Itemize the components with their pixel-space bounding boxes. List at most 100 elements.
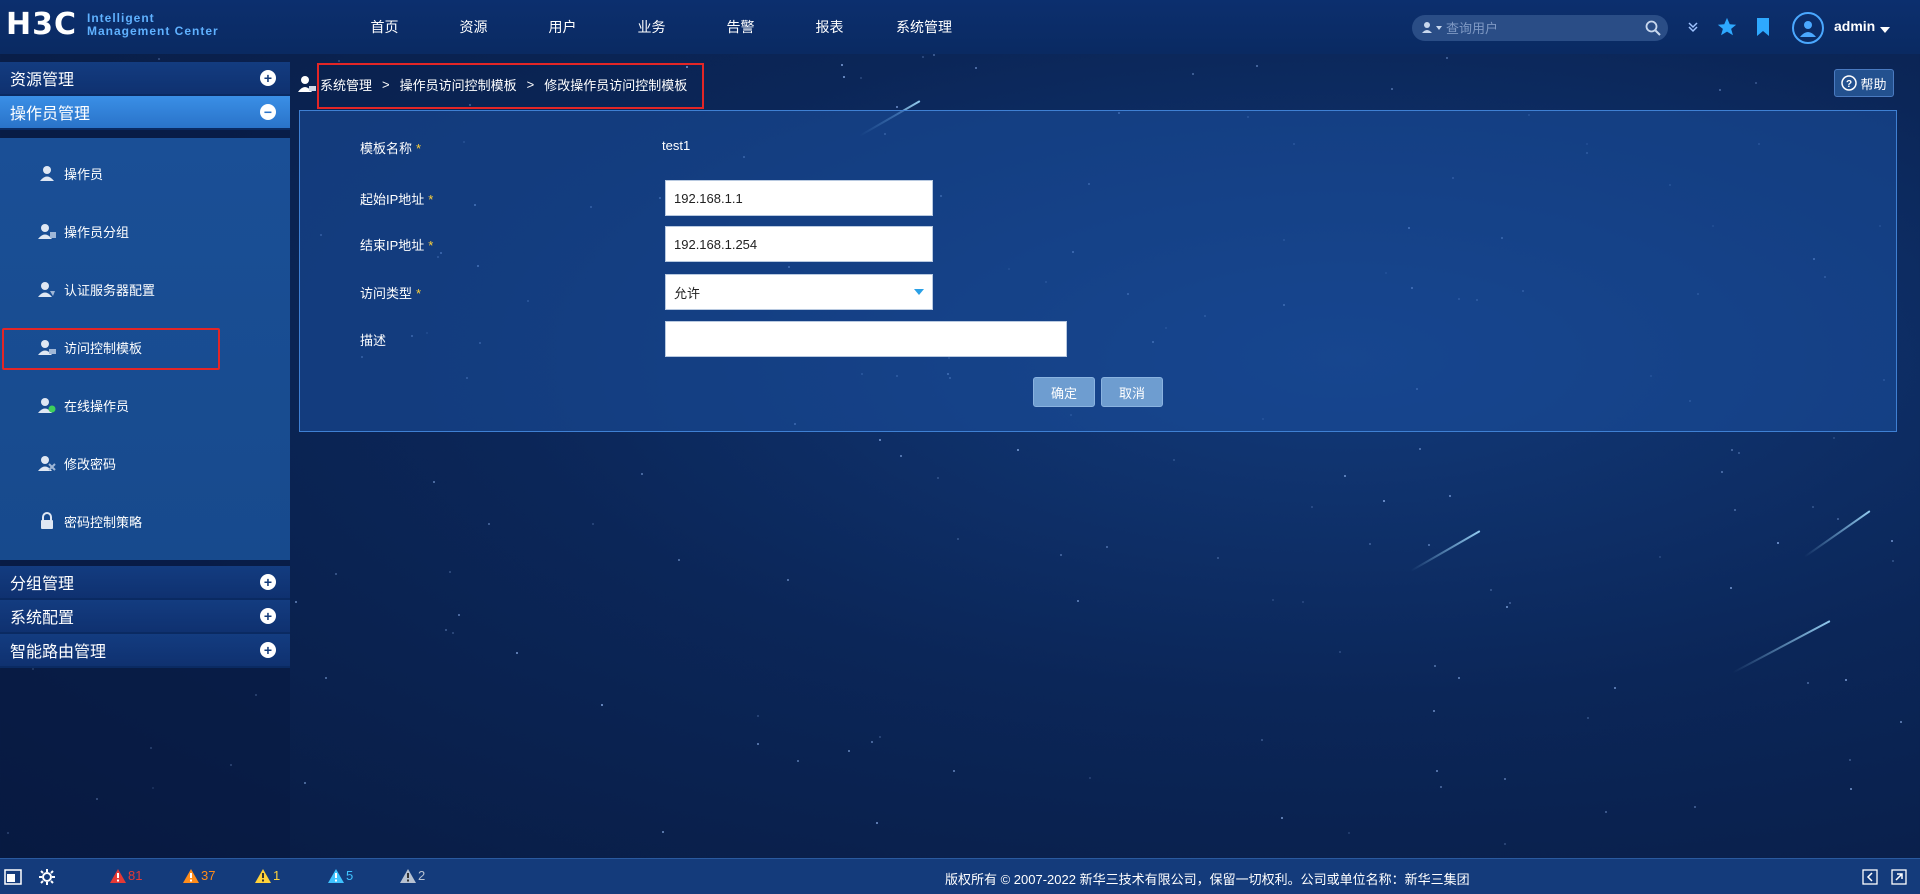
end-ip-input[interactable]: 192.168.1.254: [665, 226, 933, 262]
star-dot: [304, 782, 307, 785]
required-mark: *: [428, 238, 434, 253]
expand-plus-icon[interactable]: +: [260, 642, 276, 658]
section-label: 智能路由管理: [10, 644, 107, 661]
collapse-minus-icon[interactable]: −: [260, 104, 276, 120]
required-mark: *: [416, 141, 422, 156]
user-group-icon: [38, 222, 56, 240]
breadcrumb-item-system-management[interactable]: 系统管理: [320, 75, 372, 94]
star-dot: [337, 59, 340, 62]
sidebar-item-operator-groups[interactable]: 操作员分组: [0, 202, 290, 260]
nav-alarms[interactable]: 告警: [696, 0, 785, 54]
start-ip-input[interactable]: 192.168.1.1: [665, 180, 933, 216]
star-dot: [1311, 505, 1314, 508]
star-dot: [1390, 87, 1393, 90]
svg-text:?: ?: [1846, 79, 1852, 90]
star-dot: [640, 472, 643, 475]
sidebar-section-group-management[interactable]: 分组管理 +: [0, 566, 290, 600]
settings-button[interactable]: [37, 867, 57, 887]
alarm-major[interactable]: 37: [183, 868, 215, 883]
meteor-streak: [1803, 510, 1871, 558]
help-button[interactable]: ? 帮助: [1834, 69, 1894, 97]
main-nav: 首页 资源 用户 业务 告警 报表 系统管理: [340, 0, 974, 54]
sidebar-item-label: 访问控制模板: [64, 340, 143, 356]
search-type-dropdown[interactable]: [1412, 21, 1446, 36]
sidebar-item-operators[interactable]: 操作员: [0, 144, 290, 202]
star-dot: [1812, 506, 1815, 509]
nav-resources[interactable]: 资源: [429, 0, 518, 54]
star-dot: [488, 522, 490, 525]
status-panel-button[interactable]: [3, 867, 23, 887]
star-dot: [1849, 759, 1852, 762]
nav-reports[interactable]: 报表: [785, 0, 874, 54]
alarm-count: 5: [346, 868, 354, 883]
star-dot: [1433, 665, 1436, 668]
expand-plus-icon[interactable]: +: [260, 608, 276, 624]
double-chevron-down-icon: [1688, 22, 1698, 33]
sidebar-item-password-policy[interactable]: 密码控制策略: [0, 492, 290, 550]
sidebar-item-auth-server-config[interactable]: 认证服务器配置: [0, 260, 290, 318]
star-dot: [1503, 842, 1506, 845]
sidebar-item-change-password[interactable]: 修改密码: [0, 434, 290, 492]
logo-mark: H3C: [6, 7, 77, 42]
access-type-select[interactable]: 允许: [665, 274, 933, 310]
sidebar-section-system-config[interactable]: 系统配置 +: [0, 600, 290, 634]
nav-system-management[interactable]: 系统管理: [874, 0, 974, 54]
alarm-minor[interactable]: 1: [255, 868, 280, 883]
expand-button[interactable]: [1680, 14, 1706, 40]
section-label: 分组管理: [10, 576, 75, 593]
warning-minor-icon: [255, 868, 271, 883]
star-dot: [1427, 544, 1430, 547]
star-dot: [1849, 787, 1852, 790]
search-button[interactable]: [1638, 20, 1668, 36]
section-label: 资源管理: [10, 72, 75, 89]
question-circle-icon: ?: [1841, 75, 1858, 91]
sidebar-item-label: 操作员分组: [64, 224, 130, 240]
star-dot: [1344, 474, 1347, 477]
sidebar-section-smart-routing[interactable]: 智能路由管理 +: [0, 634, 290, 668]
alarm-unknown[interactable]: 2: [400, 868, 425, 883]
username[interactable]: admin: [1834, 18, 1875, 34]
app-logo[interactable]: H3C Intelligent Management Center: [6, 10, 219, 40]
avatar[interactable]: [1792, 12, 1824, 44]
confirm-button[interactable]: 确定: [1033, 377, 1095, 407]
panel-icon: [4, 869, 22, 885]
alarm-warning[interactable]: 5: [328, 868, 353, 883]
star-dot: [1891, 560, 1894, 563]
favorites-button[interactable]: [1714, 14, 1740, 40]
sidebar-section-resource-management[interactable]: 资源管理 +: [0, 62, 290, 96]
nav-home[interactable]: 首页: [340, 0, 429, 54]
expand-button-corner[interactable]: [1889, 867, 1909, 887]
star-dot: [1382, 500, 1385, 503]
dropdown-arrow-icon: [914, 289, 924, 295]
collapse-left-icon: [1862, 869, 1878, 885]
search-input[interactable]: [1446, 20, 1638, 36]
nav-users[interactable]: 用户: [518, 0, 607, 54]
user-menu-caret[interactable]: [1880, 22, 1890, 37]
expand-plus-icon[interactable]: +: [260, 574, 276, 590]
star-dot: [757, 714, 760, 717]
cancel-button[interactable]: 取消: [1101, 377, 1163, 407]
access-template-icon: [38, 338, 56, 356]
star-dot: [1448, 495, 1451, 498]
star-dot: [1255, 65, 1258, 68]
star-dot: [900, 455, 903, 458]
breadcrumb-separator: >: [382, 76, 390, 92]
alarm-critical[interactable]: 81: [110, 868, 142, 883]
breadcrumb-item-access-template[interactable]: 操作员访问控制模板: [400, 75, 517, 94]
star-dot: [952, 770, 955, 773]
alarm-count: 2: [418, 868, 426, 883]
bookmark-button[interactable]: [1750, 14, 1776, 40]
star-dot: [324, 676, 327, 679]
sidebar-item-access-control-template[interactable]: 访问控制模板: [0, 318, 290, 376]
collapse-left-button[interactable]: [1860, 867, 1880, 887]
nav-services[interactable]: 业务: [607, 0, 696, 54]
description-input[interactable]: [665, 321, 1067, 357]
sidebar-item-label: 认证服务器配置: [64, 282, 156, 298]
sidebar-section-operator-management[interactable]: 操作员管理 −: [0, 96, 290, 130]
star-dot: [1604, 810, 1607, 813]
expand-plus-icon[interactable]: +: [260, 70, 276, 86]
sidebar-item-online-operators[interactable]: 在线操作员: [0, 376, 290, 434]
description-label: 描述: [360, 333, 387, 348]
star-dot: [1173, 459, 1176, 462]
star-dot: [1719, 89, 1722, 92]
